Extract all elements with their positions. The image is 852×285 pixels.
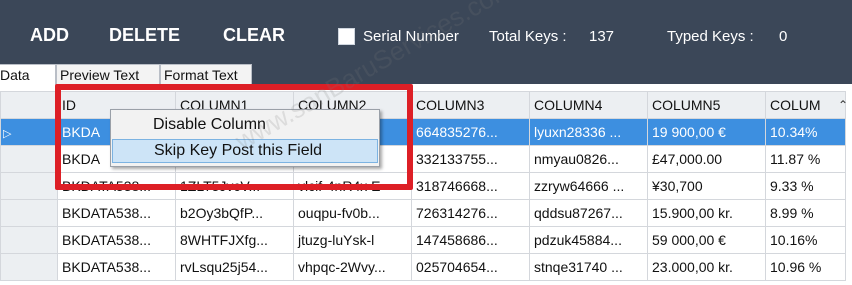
chevron-up-icon[interactable]: ⌃	[834, 94, 852, 116]
table-cell[interactable]: BKDATA538...	[57, 253, 176, 281]
total-keys-value: 137	[589, 28, 615, 45]
table-cell[interactable]: 318746668...	[411, 172, 530, 200]
triangle-right-icon: ▷	[3, 128, 12, 140]
column-header-column4[interactable]: COLUMN4	[529, 91, 648, 119]
row-header[interactable]	[0, 199, 58, 227]
row-header[interactable]: ▷	[0, 118, 58, 146]
add-button[interactable]: ADD	[30, 25, 69, 46]
table-row[interactable]: BKDATA538... 8WHTFJXfg... jtuzg-luYsk-l …	[0, 226, 846, 254]
row-header[interactable]	[0, 226, 58, 254]
table-cell[interactable]: 147458686...	[411, 226, 530, 254]
table-cell[interactable]: ¥30,700	[647, 172, 766, 200]
table-cell[interactable]: 19 900,00 €	[647, 118, 766, 146]
table-cell[interactable]: 11.87 %	[765, 145, 846, 173]
table-cell[interactable]: b2Oy3bQfP...	[175, 199, 294, 227]
table-cell[interactable]: nmyau0826...	[529, 145, 648, 173]
table-cell[interactable]: 664835276...	[411, 118, 530, 146]
table-cell[interactable]: jtuzg-luYsk-l	[293, 226, 412, 254]
table-cell[interactable]: £47,000.00	[647, 145, 766, 173]
row-header[interactable]	[0, 253, 58, 281]
table-cell[interactable]: 59 000,00 €	[647, 226, 766, 254]
table-cell[interactable]: BKDATA538...	[57, 199, 176, 227]
row-header[interactable]	[0, 145, 58, 173]
row-header-corner	[0, 91, 58, 119]
table-cell[interactable]: 8.99 %	[765, 199, 846, 227]
total-keys-label: Total Keys :	[489, 28, 567, 45]
table-cell[interactable]: BKDATA538...	[57, 226, 176, 254]
clear-button[interactable]: CLEAR	[223, 25, 285, 46]
table-cell[interactable]: 10.96 %	[765, 253, 846, 281]
table-cell[interactable]: 10.16%	[765, 226, 846, 254]
row-header[interactable]	[0, 172, 58, 200]
table-cell[interactable]: lyuxn28336 ...	[529, 118, 648, 146]
column-header-column3[interactable]: COLUMN3	[411, 91, 530, 119]
serial-number-checkbox[interactable]	[338, 28, 355, 45]
table-row[interactable]: BKDATA538... rvLsqu25j54... vhpqc-2Wvy..…	[0, 253, 846, 281]
table-cell[interactable]: vhpqc-2Wvy...	[293, 253, 412, 281]
tab-preview-text[interactable]: Preview Text	[56, 64, 160, 85]
table-cell[interactable]: rvLsqu25j54...	[175, 253, 294, 281]
table-cell[interactable]: qddsu87267...	[529, 199, 648, 227]
tab-format-text[interactable]: Format Text	[160, 64, 252, 85]
table-cell[interactable]: stnqe31740 ...	[529, 253, 648, 281]
table-cell[interactable]: 15.900,00 kr.	[647, 199, 766, 227]
table-row[interactable]: BKDATA538... b2Oy3bQfP... ouqpu-fv0b... …	[0, 199, 846, 227]
table-cell[interactable]: 8WHTFJXfg...	[175, 226, 294, 254]
table-cell[interactable]: 025704654...	[411, 253, 530, 281]
table-cell[interactable]: pdzuk45884...	[529, 226, 648, 254]
table-cell[interactable]: 726314276...	[411, 199, 530, 227]
table-cell[interactable]: ouqpu-fv0b...	[293, 199, 412, 227]
typed-keys-label: Typed Keys :	[667, 28, 754, 45]
tab-data[interactable]: Data	[0, 64, 56, 85]
typed-keys-value: 0	[779, 28, 788, 45]
column-header-column5[interactable]: COLUMN5	[647, 91, 766, 119]
table-cell[interactable]: 23.000,00 kr.	[647, 253, 766, 281]
table-cell[interactable]: 332133755...	[411, 145, 530, 173]
delete-button[interactable]: DELETE	[109, 25, 180, 46]
table-cell[interactable]: 9.33 %	[765, 172, 846, 200]
table-cell[interactable]: zzryw64666 ...	[529, 172, 648, 200]
table-cell[interactable]: 10.34%	[765, 118, 846, 146]
